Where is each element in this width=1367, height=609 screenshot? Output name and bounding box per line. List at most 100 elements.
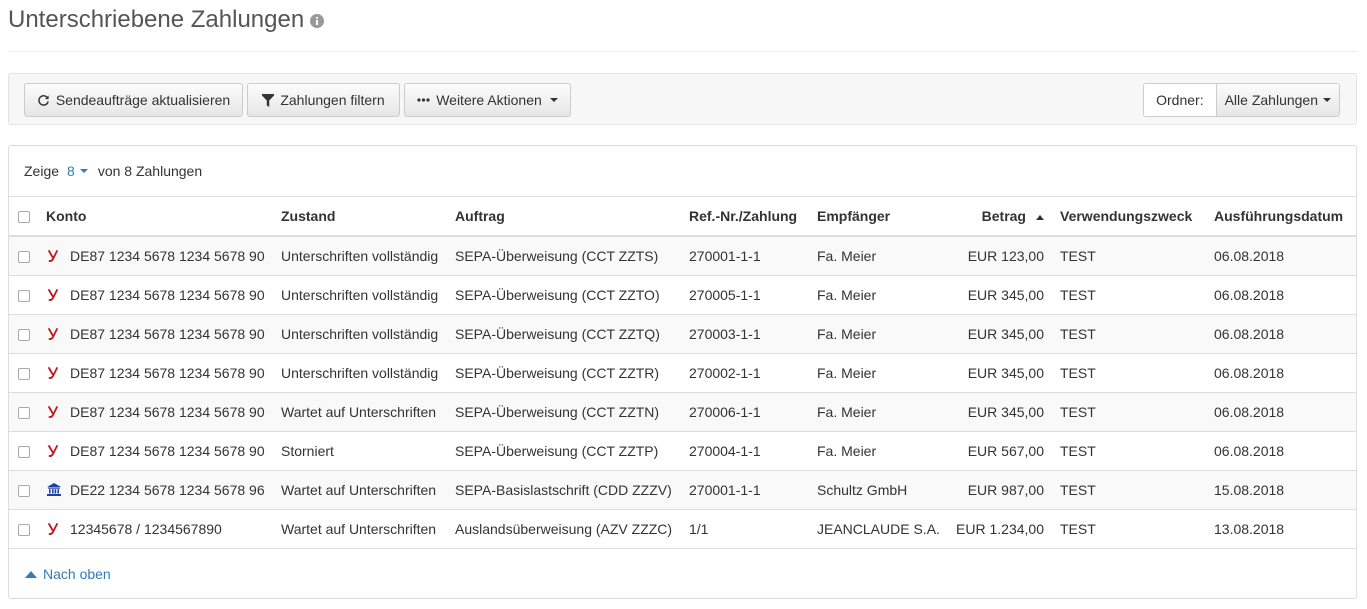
- back-to-top-link[interactable]: Nach oben: [25, 566, 111, 582]
- betrag-cell: EUR 345,00: [944, 353, 1052, 393]
- row-select-cell: [9, 470, 38, 510]
- chevron-down-icon: [549, 98, 558, 102]
- zustand-cell: Unterschriften vollständig: [273, 236, 447, 276]
- auftrag-cell: SEPA-Überweisung (CCT ZZTO): [447, 275, 681, 315]
- page-size-dropdown[interactable]: 8: [67, 163, 88, 179]
- auftrag-cell: SEPA-Überweisung (CCT ZZTS): [447, 236, 681, 276]
- table-row[interactable]: DE22 1234 5678 1234 5678 96 Wartet auf U…: [9, 470, 1356, 510]
- y-bank-icon: [46, 444, 62, 457]
- ref-cell: 270003-1-1: [681, 314, 809, 354]
- zustand-cell: Unterschriften vollständig: [273, 314, 447, 354]
- y-bank-icon: [46, 522, 62, 535]
- column-ref[interactable]: Ref.-Nr./Zahlung: [681, 197, 809, 237]
- payments-table-body: DE87 1234 5678 1234 5678 90 Unterschrift…: [9, 236, 1356, 549]
- ref-cell: 270001-1-1: [681, 470, 809, 510]
- page-title-text: Unterschriebene Zahlungen: [8, 6, 305, 33]
- folder-value: Alle Zahlungen: [1224, 92, 1318, 108]
- datum-cell: 06.08.2018: [1206, 275, 1356, 315]
- bank-building-icon: [46, 483, 62, 496]
- column-zustand[interactable]: Zustand: [273, 197, 447, 237]
- refresh-button[interactable]: Sendeaufträge aktualisieren: [24, 83, 243, 117]
- zweck-cell: TEST: [1052, 275, 1206, 315]
- konto-value: DE87 1234 5678 1234 5678 90: [70, 403, 265, 420]
- y-bank-icon: [46, 366, 62, 379]
- folder-dropdown[interactable]: Alle Zahlungen: [1216, 84, 1339, 116]
- datum-cell: 06.08.2018: [1206, 314, 1356, 354]
- summary-prefix: Zeige: [24, 163, 60, 179]
- konto-cell: 12345678 / 1234567890: [38, 509, 273, 549]
- row-checkbox[interactable]: [18, 523, 30, 536]
- empfaenger-cell: Fa. Meier: [809, 431, 944, 471]
- zustand-cell: Wartet auf Unterschriften: [273, 470, 447, 510]
- konto-cell: DE87 1234 5678 1234 5678 90: [38, 236, 273, 276]
- table-row[interactable]: DE87 1234 5678 1234 5678 90 Wartet auf U…: [9, 392, 1356, 432]
- datum-cell: 13.08.2018: [1206, 509, 1356, 549]
- table-row[interactable]: 12345678 / 1234567890 Wartet auf Untersc…: [9, 509, 1356, 549]
- ref-cell: 270006-1-1: [681, 392, 809, 432]
- konto-cell: DE87 1234 5678 1234 5678 90: [38, 353, 273, 393]
- row-checkbox[interactable]: [18, 445, 30, 458]
- payments-panel: Zeige 8 von 8 Zahlungen Konto Zustand Au…: [8, 145, 1357, 599]
- y-bank-icon: [46, 249, 62, 263]
- konto-cell: DE22 1234 5678 1234 5678 96: [38, 470, 273, 510]
- empfaenger-cell: Fa. Meier: [809, 314, 944, 354]
- table-row[interactable]: DE87 1234 5678 1234 5678 90 Unterschrift…: [9, 236, 1356, 276]
- row-checkbox[interactable]: [18, 484, 30, 497]
- toolbar: Sendeaufträge aktualisieren Zahlungen fi…: [8, 73, 1357, 125]
- row-checkbox[interactable]: [18, 251, 30, 264]
- konto-cell: DE87 1234 5678 1234 5678 90: [38, 431, 273, 471]
- column-betrag[interactable]: Betrag: [944, 197, 1052, 237]
- column-datum[interactable]: Ausführungsdatum: [1206, 197, 1356, 237]
- betrag-cell: EUR 567,00: [944, 431, 1052, 471]
- konto-cell: DE87 1234 5678 1234 5678 90: [38, 314, 273, 354]
- auftrag-cell: Auslandsüberweisung (AZV ZZZC): [447, 509, 681, 549]
- zweck-cell: TEST: [1052, 470, 1206, 510]
- konto-value: DE87 1234 5678 1234 5678 90: [70, 286, 265, 303]
- column-auftrag[interactable]: Auftrag: [447, 197, 681, 237]
- row-checkbox[interactable]: [18, 328, 30, 341]
- empfaenger-cell: Fa. Meier: [809, 353, 944, 393]
- row-select-cell: [9, 236, 38, 276]
- row-checkbox[interactable]: [18, 367, 30, 380]
- datum-cell: 06.08.2018: [1206, 353, 1356, 393]
- payments-table: Konto Zustand Auftrag Ref.-Nr./Zahlung E…: [9, 197, 1356, 549]
- ref-cell: 270002-1-1: [681, 353, 809, 393]
- refresh-button-label: Sendeaufträge aktualisieren: [55, 92, 231, 108]
- row-checkbox[interactable]: [18, 406, 30, 419]
- zustand-cell: Wartet auf Unterschriften: [273, 509, 447, 549]
- column-empfaenger[interactable]: Empfänger: [809, 197, 944, 237]
- arrow-up-icon: [25, 570, 37, 578]
- table-row[interactable]: DE87 1234 5678 1234 5678 90 Storniert SE…: [9, 431, 1356, 471]
- table-row[interactable]: DE87 1234 5678 1234 5678 90 Unterschrift…: [9, 314, 1356, 354]
- zweck-cell: TEST: [1052, 392, 1206, 432]
- auftrag-cell: SEPA-Überweisung (CCT ZZTP): [447, 431, 681, 471]
- zweck-cell: TEST: [1052, 431, 1206, 471]
- select-all-checkbox[interactable]: [18, 211, 30, 224]
- table-row[interactable]: DE87 1234 5678 1234 5678 90 Unterschrift…: [9, 275, 1356, 315]
- column-zweck[interactable]: Verwendungszweck: [1052, 197, 1206, 237]
- filter-button[interactable]: Zahlungen filtern: [247, 83, 400, 117]
- ellipsis-icon: [417, 98, 430, 102]
- row-checkbox[interactable]: [18, 289, 30, 302]
- more-actions-button[interactable]: Weitere Aktionen: [404, 83, 571, 117]
- konto-value: DE87 1234 5678 1234 5678 90: [70, 364, 265, 381]
- konto-value: DE87 1234 5678 1234 5678 90: [70, 247, 265, 264]
- datum-cell: 06.08.2018: [1206, 236, 1356, 276]
- auftrag-cell: SEPA-Überweisung (CCT ZZTR): [447, 353, 681, 393]
- ref-cell: 270001-1-1: [681, 236, 809, 276]
- ref-cell: 270004-1-1: [681, 431, 809, 471]
- info-icon[interactable]: [310, 14, 325, 28]
- y-bank-icon: [46, 288, 62, 301]
- empfaenger-cell: Fa. Meier: [809, 392, 944, 432]
- empfaenger-cell: JEANCLAUDE S.A.: [809, 509, 944, 549]
- ref-cell: 1/1: [681, 509, 809, 549]
- empfaenger-cell: Schultz GmbH: [809, 470, 944, 510]
- more-actions-label: Weitere Aktionen: [436, 92, 542, 108]
- filter-icon: [262, 93, 275, 107]
- row-select-cell: [9, 431, 38, 471]
- table-row[interactable]: DE87 1234 5678 1234 5678 90 Unterschrift…: [9, 353, 1356, 393]
- column-konto[interactable]: Konto: [38, 197, 273, 237]
- zustand-cell: Unterschriften vollständig: [273, 275, 447, 315]
- zweck-cell: TEST: [1052, 509, 1206, 549]
- auftrag-cell: SEPA-Überweisung (CCT ZZTQ): [447, 314, 681, 354]
